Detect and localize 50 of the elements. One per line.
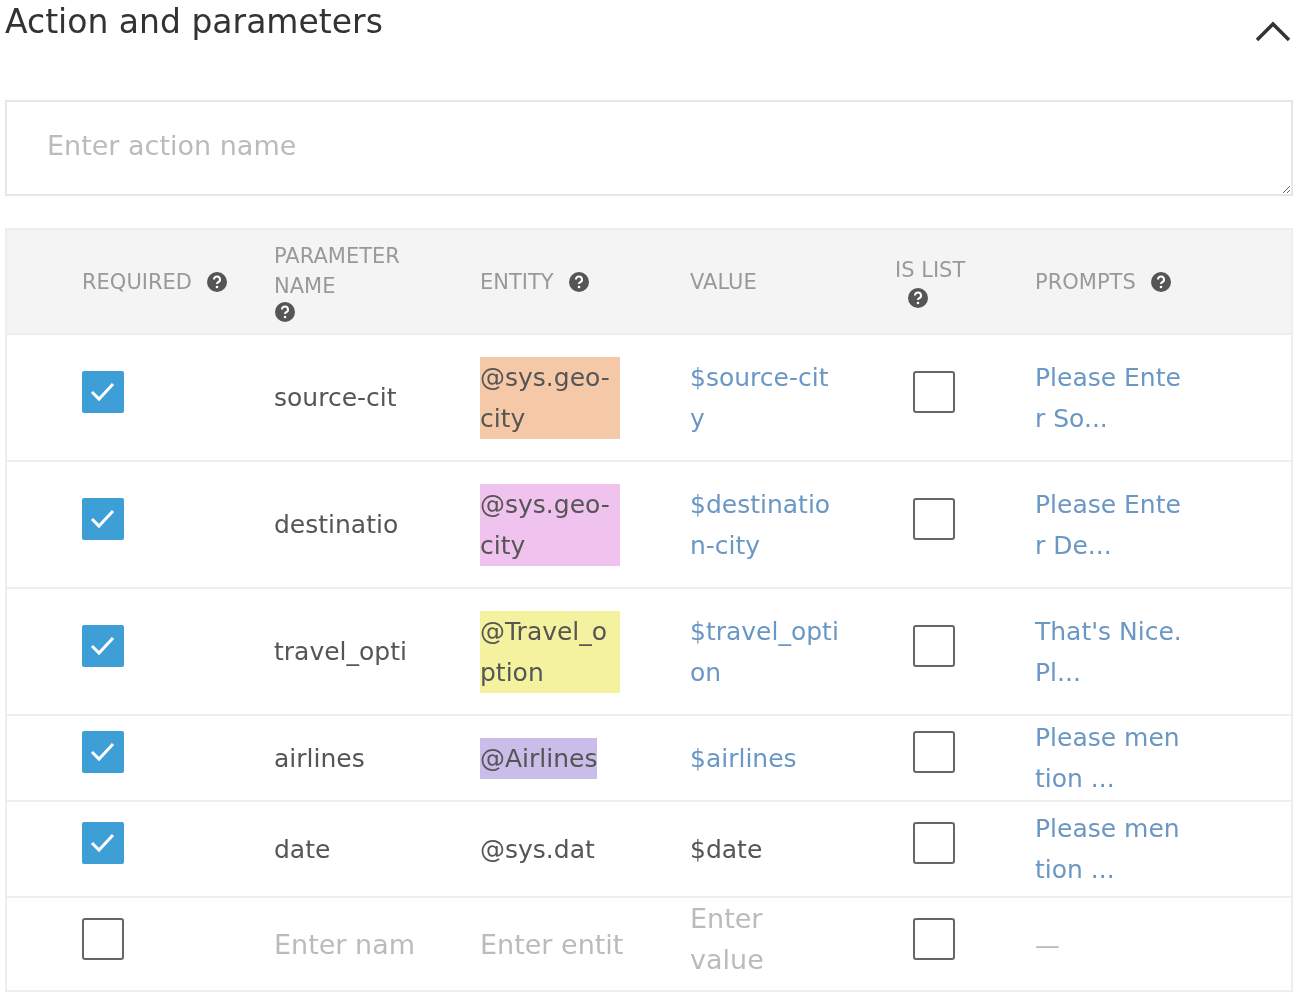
checkbox[interactable]: [913, 918, 955, 960]
checkbox[interactable]: [913, 731, 955, 773]
name-field[interactable]: Enter nam: [274, 928, 434, 960]
parameter-name: source-cit: [274, 383, 397, 412]
parameter-name: airlines: [274, 743, 365, 773]
entity-tag: @sys.geo-city: [480, 483, 620, 566]
value-link[interactable]: $source-city: [690, 356, 840, 439]
checkbox[interactable]: [913, 370, 955, 413]
entity-tag: @sys.geo-city: [480, 356, 620, 439]
parameter-name: travel_opti: [274, 637, 407, 666]
entity-tag: @sys.dat: [480, 828, 595, 870]
checkbox[interactable]: [82, 497, 124, 540]
checkbox[interactable]: [82, 370, 124, 413]
column-header: PROMPTS: [1035, 268, 1136, 296]
prompt-link[interactable]: That's Nice. Pl...: [1035, 610, 1185, 693]
value-field[interactable]: Enter value: [690, 898, 810, 980]
value-link[interactable]: $travel_option: [690, 610, 840, 693]
value-link[interactable]: $destination-city: [690, 483, 840, 566]
value-text: $date: [690, 833, 764, 866]
parameter-name: date: [274, 834, 331, 864]
help-icon[interactable]: [206, 270, 228, 293]
section-title: Action and parameters: [5, 1, 383, 43]
prompt-link[interactable]: Please Enter So...: [1035, 356, 1185, 439]
checkbox[interactable]: [913, 624, 955, 667]
help-icon[interactable]: [1149, 270, 1172, 293]
prompt-link[interactable]: —: [1035, 924, 1185, 966]
column-header: IS LIST: [895, 256, 966, 284]
entity-tag: @Travel_option: [480, 610, 620, 693]
value-link[interactable]: $airlines: [690, 737, 840, 779]
action-name-field[interactable]: Enter action name: [5, 100, 1293, 196]
entity-field[interactable]: Enter entit: [480, 928, 640, 960]
checkbox[interactable]: [82, 731, 124, 773]
entity-tag: @Airlines: [480, 737, 598, 779]
collapse-chevron-icon[interactable]: [1255, 20, 1291, 42]
column-header: ENTITY: [480, 268, 554, 296]
help-icon[interactable]: [907, 286, 929, 309]
help-icon[interactable]: [274, 300, 296, 323]
checkbox[interactable]: [82, 822, 124, 864]
prompt-link[interactable]: Please mention ...: [1035, 808, 1185, 890]
column-header: REQUIRED: [82, 268, 192, 296]
parameter-name: destinatio: [274, 510, 399, 539]
column-header: VALUE: [690, 268, 757, 296]
prompt-link[interactable]: Please mention ...: [1035, 717, 1185, 799]
checkbox[interactable]: [913, 822, 955, 864]
checkbox[interactable]: [82, 918, 124, 960]
column-header: PARAMETER NAME: [274, 242, 401, 300]
help-icon[interactable]: [567, 270, 590, 293]
prompt-link[interactable]: Please Enter De...: [1035, 483, 1185, 566]
checkbox[interactable]: [913, 497, 955, 540]
checkbox[interactable]: [82, 624, 124, 667]
